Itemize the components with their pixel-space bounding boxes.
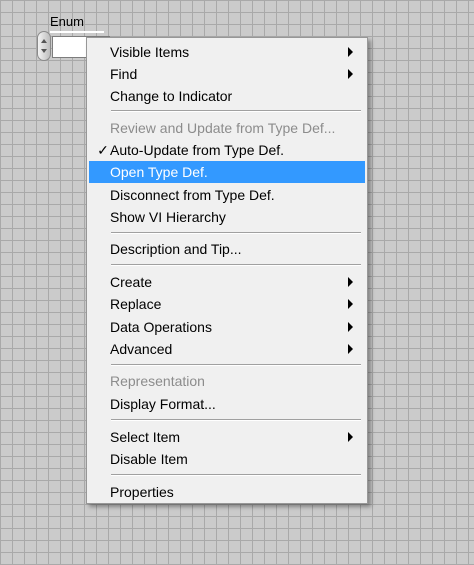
menu-item-label: Advanced xyxy=(110,341,173,357)
menu-item-change-to-indicator[interactable]: Change to Indicator xyxy=(89,85,365,107)
menu-item-label: Description and Tip... xyxy=(110,241,242,257)
submenu-arrow-icon xyxy=(348,47,353,57)
submenu-arrow-icon xyxy=(348,322,353,332)
menu-item-review-and-update: Review and Update from Type Def... xyxy=(89,117,365,139)
submenu-arrow-icon xyxy=(348,299,353,309)
menu-item-label: Open Type Def. xyxy=(110,164,208,180)
menu-item-label: Display Format... xyxy=(110,396,216,412)
checkmark-icon: ✓ xyxy=(97,141,109,158)
menu-item-label: Auto-Update from Type Def. xyxy=(110,142,285,158)
menu-item-label: Representation xyxy=(110,373,205,389)
menu-item-auto-update[interactable]: ✓ Auto-Update from Type Def. xyxy=(89,139,365,161)
enum-label: Enum xyxy=(50,14,84,29)
menu-item-find[interactable]: Find xyxy=(89,63,365,85)
menu-item-label: Properties xyxy=(110,484,174,500)
submenu-arrow-icon xyxy=(348,69,353,79)
menu-item-label: Select Item xyxy=(110,429,181,445)
menu-item-select-item[interactable]: Select Item xyxy=(89,426,365,448)
menu-item-properties[interactable]: Properties xyxy=(89,481,365,503)
context-menu: Visible Items Find Change to Indicator R… xyxy=(86,37,368,504)
menu-item-visible-items[interactable]: Visible Items xyxy=(89,41,365,63)
menu-item-show-vi-hierarchy[interactable]: Show VI Hierarchy xyxy=(89,206,365,228)
menu-item-advanced[interactable]: Advanced xyxy=(89,338,365,360)
submenu-arrow-icon xyxy=(348,432,353,442)
menu-item-label: Visible Items xyxy=(110,44,190,60)
menu-separator xyxy=(111,419,361,421)
menu-item-label: Disconnect from Type Def. xyxy=(110,187,275,203)
increment-decrement-icon[interactable] xyxy=(37,31,51,61)
menu-item-label: Find xyxy=(110,66,138,82)
submenu-arrow-icon xyxy=(348,344,353,354)
menu-item-label: Create xyxy=(110,274,153,290)
menu-item-open-type-def[interactable]: Open Type Def. xyxy=(89,161,365,183)
submenu-arrow-icon xyxy=(348,277,353,287)
menu-item-label: Show VI Hierarchy xyxy=(110,209,226,225)
menu-separator xyxy=(111,110,361,112)
menu-separator xyxy=(111,364,361,366)
menu-separator xyxy=(111,264,361,266)
menu-item-label: Change to Indicator xyxy=(110,88,233,104)
menu-item-disable-item[interactable]: Disable Item xyxy=(89,448,365,470)
menu-item-label: Review and Update from Type Def... xyxy=(110,120,336,136)
menu-item-label: Data Operations xyxy=(110,319,212,335)
enum-label-underline xyxy=(50,31,104,33)
menu-separator xyxy=(111,232,361,234)
arrow-up-icon[interactable] xyxy=(41,39,47,43)
menu-item-label: Replace xyxy=(110,296,162,312)
menu-item-replace[interactable]: Replace xyxy=(89,293,365,315)
arrow-down-icon[interactable] xyxy=(41,49,47,53)
menu-item-description-and-tip[interactable]: Description and Tip... xyxy=(89,238,365,260)
menu-item-representation: Representation xyxy=(89,370,365,392)
menu-item-label: Disable Item xyxy=(110,451,188,467)
menu-item-create[interactable]: Create xyxy=(89,271,365,293)
menu-separator xyxy=(111,474,361,476)
menu-item-disconnect-type-def[interactable]: Disconnect from Type Def. xyxy=(89,184,365,206)
menu-item-data-operations[interactable]: Data Operations xyxy=(89,316,365,338)
menu-item-display-format[interactable]: Display Format... xyxy=(89,393,365,415)
